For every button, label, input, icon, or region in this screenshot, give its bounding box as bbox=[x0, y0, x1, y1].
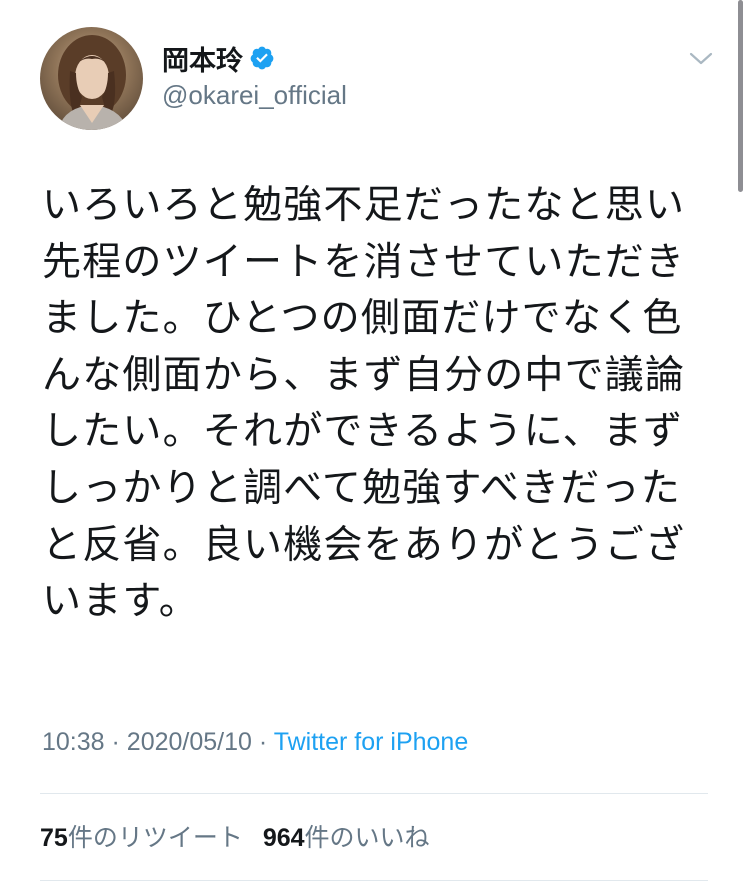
author-handle[interactable]: @okarei_official bbox=[162, 80, 347, 111]
tweet-body-line: したい。それができるように、まず bbox=[42, 409, 684, 455]
tweet-body-line: んな側面から、まず自分の中で議論 bbox=[42, 352, 686, 398]
chevron-down-icon[interactable] bbox=[688, 50, 714, 68]
likes-count: 964 bbox=[262, 824, 305, 852]
tweet-body-line: いろいろと勉強不足だったなと思い bbox=[42, 183, 686, 228]
tweet-body: いろいろと勉強不足だったなと思い 先程のツイートを消させていただき ました。ひと… bbox=[42, 178, 707, 631]
tweet-time: 10:38 bbox=[42, 728, 105, 756]
scrollbar[interactable] bbox=[738, 0, 743, 192]
meta-separator: · bbox=[111, 728, 127, 756]
likes-stat[interactable]: 964件のいいね bbox=[263, 818, 430, 854]
author-display-name[interactable]: 岡本玲 bbox=[162, 39, 243, 78]
tweet-date: 2020/05/10 bbox=[126, 728, 252, 756]
tweet-body-line: ました。ひとつの側面だけでなく色 bbox=[42, 296, 683, 342]
tweet-detail: 岡本玲 @okarei_official いろいろと勉強不足だったなと思い 先程… bbox=[0, 0, 747, 889]
retweets-count: 75 bbox=[40, 824, 68, 852]
divider bbox=[40, 880, 708, 881]
tweet-body-line: 先程のツイートを消させていただき bbox=[42, 239, 686, 285]
divider bbox=[40, 793, 708, 794]
tweet-metadata: 10:38 · 2020/05/10 · Twitter for iPhone bbox=[42, 728, 468, 757]
tweet-source-link[interactable]: Twitter for iPhone bbox=[274, 728, 469, 756]
retweets-label: 件のリツイート bbox=[67, 823, 243, 852]
verified-badge-icon bbox=[249, 45, 275, 71]
avatar[interactable] bbox=[40, 27, 143, 130]
author-name-row[interactable]: 岡本玲 bbox=[162, 39, 275, 78]
tweet-body-line: います。 bbox=[42, 579, 199, 625]
tweet-body-line: しっかりと調べて勉強すべきだった bbox=[42, 465, 681, 511]
retweets-stat[interactable]: 75件のリツイート bbox=[40, 818, 243, 854]
tweet-stats: 75件のリツイート 964件のいいね bbox=[40, 818, 430, 854]
tweet-body-line: と反省。良い機会をありがとうござ bbox=[42, 522, 686, 568]
meta-separator: · bbox=[258, 728, 274, 756]
likes-label: 件のいいね bbox=[304, 823, 430, 852]
